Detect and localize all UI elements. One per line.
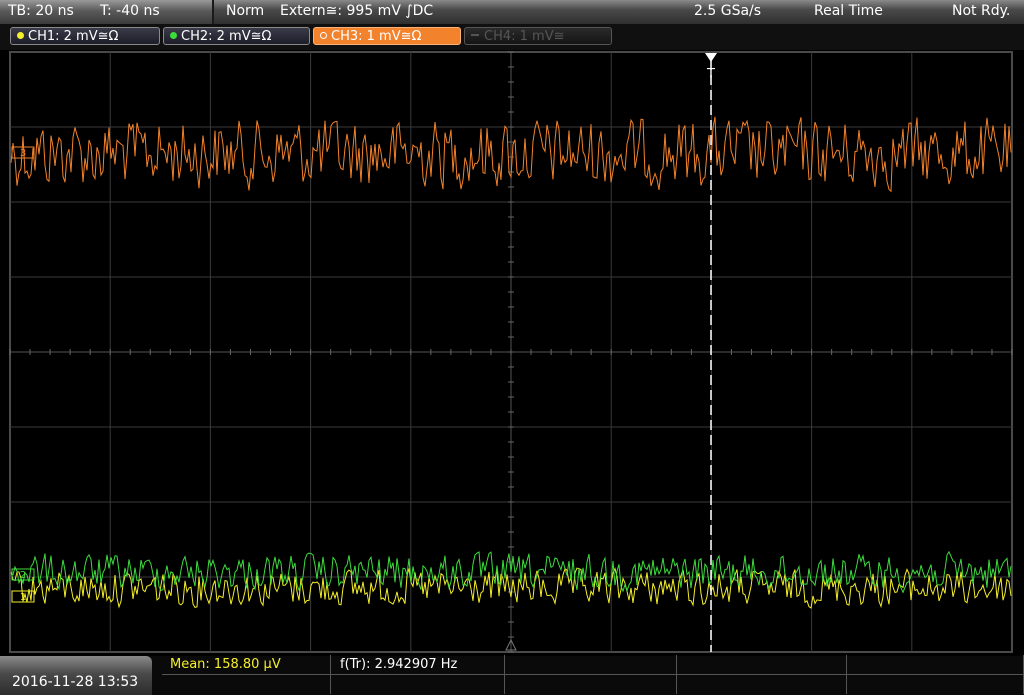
measurement-cell — [504, 655, 677, 675]
ch2-marker-label: 2 — [20, 570, 26, 581]
acquisition-mode[interactable]: Real Time — [814, 3, 883, 19]
ch3-marker-label: 3 — [20, 148, 26, 159]
timebase-panel[interactable]: TB: 20 ns T: -40 ns — [0, 0, 214, 24]
trigger-mode[interactable]: Norm — [226, 3, 264, 19]
measurement-panel[interactable]: Mean: 158.80 µV f(Tr): 2.942907 Hz — [162, 655, 1024, 695]
sample-rate[interactable]: 2.5 GSa/s — [694, 3, 761, 19]
acquisition-status: Not Rdy. — [952, 3, 1011, 19]
measurement-cell — [676, 655, 847, 675]
waveform-svg[interactable]: T 3 2 1 — [0, 50, 1024, 656]
ch4-indicator-icon — [471, 34, 479, 36]
measurement-cell — [846, 655, 1024, 675]
trigger-source[interactable]: Extern≅: 995 mV ∫DC — [280, 3, 433, 19]
channel-tab-ch2[interactable]: CH2: 2 mV≅Ω — [163, 27, 310, 45]
ch4-label: CH4: 1 mV≅ — [484, 29, 565, 44]
measurement-cell — [846, 675, 1024, 694]
ch3-indicator-icon — [320, 32, 327, 39]
trigger-time-value[interactable]: T: -40 ns — [100, 3, 160, 19]
ch1-indicator-icon — [17, 32, 24, 39]
channel-tab-row: CH1: 2 mV≅Ω CH2: 2 mV≅Ω CH3: 1 mV≅Ω CH4:… — [0, 24, 1024, 50]
mean-measurement[interactable]: Mean: 158.80 µV — [170, 657, 281, 672]
date-time-panel: 2016-11-28 13:53 — [0, 656, 152, 695]
channel-tab-ch4[interactable]: CH4: 1 mV≅ — [464, 27, 612, 45]
ch1-label: CH1: 2 mV≅Ω — [28, 29, 119, 44]
frequency-measurement[interactable]: f(Tr): 2.942907 Hz — [340, 657, 457, 672]
measurement-cell — [330, 675, 505, 694]
measurement-cell — [676, 675, 847, 694]
trigger-marker-label: T — [706, 67, 715, 82]
measurement-cell — [504, 675, 677, 694]
waveform-display[interactable]: T 3 2 1 — [0, 50, 1024, 656]
timebase-value[interactable]: TB: 20 ns — [8, 3, 74, 19]
ch3-label: CH3: 1 mV≅Ω — [331, 29, 422, 44]
status-bar: TB: 20 ns T: -40 ns Norm Extern≅: 995 mV… — [0, 0, 1024, 25]
channel-tab-ch1[interactable]: CH1: 2 mV≅Ω — [10, 27, 160, 45]
ch2-label: CH2: 2 mV≅Ω — [181, 29, 272, 44]
measurement-cell — [162, 675, 331, 694]
ch2-indicator-icon — [170, 32, 177, 39]
ch1-marker-label: 1 — [20, 592, 26, 603]
channel-tab-ch3[interactable]: CH3: 1 mV≅Ω — [313, 27, 461, 45]
bottom-bar: 2016-11-28 13:53 Mean: 158.80 µV f(Tr): … — [0, 655, 1024, 695]
date-time: 2016-11-28 13:53 — [12, 674, 139, 690]
